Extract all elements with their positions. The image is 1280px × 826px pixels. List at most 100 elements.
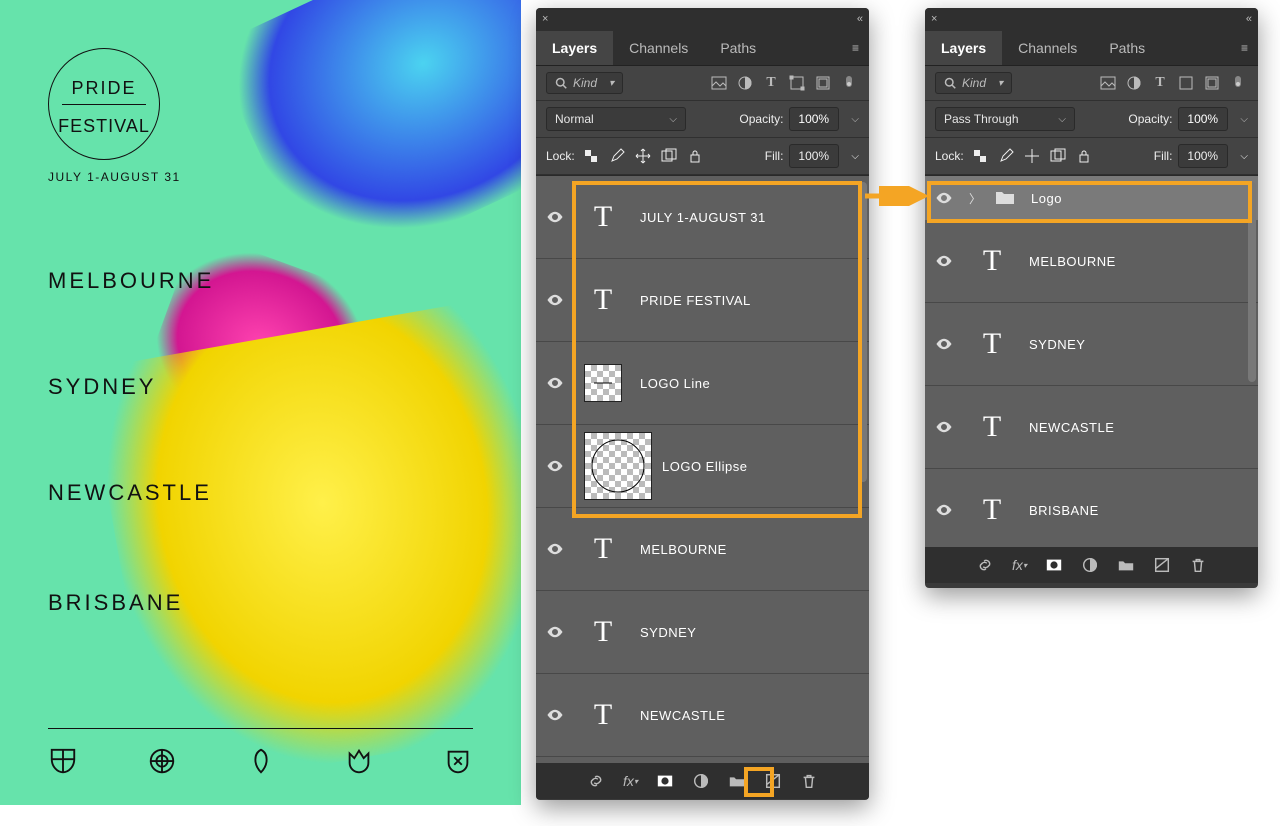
visibility-toggle[interactable]: [925, 189, 963, 207]
panel-menu-icon[interactable]: ≡: [852, 41, 859, 55]
lock-move-icon[interactable]: [1022, 146, 1042, 166]
kind-filter[interactable]: Kind▾: [546, 72, 623, 94]
visibility-toggle[interactable]: [536, 540, 574, 558]
visibility-toggle[interactable]: [536, 291, 574, 309]
lock-brush-icon[interactable]: [996, 146, 1016, 166]
layer-list[interactable]: 〉 Logo T MELBOURNE T SYDNEY T NEWCASTLE: [925, 175, 1258, 547]
opacity-input[interactable]: 100%: [1178, 107, 1228, 131]
lock-transparent-icon[interactable]: [970, 146, 990, 166]
filter-adjust-icon[interactable]: [735, 73, 755, 93]
layer-name[interactable]: NEWCASTLE: [1029, 420, 1114, 435]
mask-icon[interactable]: [656, 772, 674, 790]
fx-icon[interactable]: fx▾: [623, 773, 638, 789]
trash-icon[interactable]: [1189, 556, 1207, 574]
filter-adjust-icon[interactable]: [1124, 73, 1144, 93]
filter-image-icon[interactable]: [709, 73, 729, 93]
tab-paths[interactable]: Paths: [704, 31, 772, 65]
visibility-toggle[interactable]: [925, 501, 963, 519]
filter-smart-icon[interactable]: [813, 73, 833, 93]
filter-text-icon[interactable]: T: [1150, 73, 1170, 93]
blend-mode-select[interactable]: Normal⌵: [546, 107, 686, 131]
fill-dropdown-icon[interactable]: ⌵: [845, 151, 859, 162]
layer-name[interactable]: NEWCASTLE: [640, 708, 725, 723]
mask-icon[interactable]: [1045, 556, 1063, 574]
layer-name[interactable]: JULY 1-AUGUST 31: [640, 210, 766, 225]
lock-all-icon[interactable]: [685, 146, 705, 166]
collapse-icon[interactable]: «: [1246, 13, 1252, 25]
layer-row[interactable]: T MELBOURNE: [536, 508, 869, 591]
layer-row[interactable]: LOGO Ellipse: [536, 425, 869, 508]
fx-icon[interactable]: fx▾: [1012, 557, 1027, 573]
fill-input[interactable]: 100%: [789, 144, 839, 168]
scrollbar[interactable]: [859, 182, 867, 482]
layer-name[interactable]: BRISBANE: [1029, 503, 1099, 518]
layer-row[interactable]: T BRISBANE: [925, 469, 1258, 547]
panel-menu-icon[interactable]: ≡: [1241, 41, 1248, 55]
tab-channels[interactable]: Channels: [1002, 31, 1093, 65]
layer-row[interactable]: T PRIDE FESTIVAL: [536, 259, 869, 342]
lock-nest-icon[interactable]: [1048, 146, 1068, 166]
layer-row-folder[interactable]: 〉 Logo: [925, 176, 1258, 220]
layer-name[interactable]: Logo: [1031, 191, 1062, 206]
filter-shape-icon[interactable]: [1176, 73, 1196, 93]
layer-list[interactable]: T JULY 1-AUGUST 31 T PRIDE FESTIVAL LOGO…: [536, 175, 869, 763]
tab-channels[interactable]: Channels: [613, 31, 704, 65]
new-group-icon[interactable]: [728, 772, 746, 790]
link-icon[interactable]: [976, 556, 994, 574]
chevron-right-icon[interactable]: 〉: [969, 190, 981, 207]
link-icon[interactable]: [587, 772, 605, 790]
layer-row[interactable]: T NEWCASTLE: [536, 674, 869, 757]
scrollbar[interactable]: [1248, 182, 1256, 382]
lock-brush-icon[interactable]: [607, 146, 627, 166]
layer-name[interactable]: SYDNEY: [1029, 337, 1085, 352]
layer-name[interactable]: LOGO Ellipse: [662, 459, 747, 474]
layer-row[interactable]: T NEWCASTLE: [925, 386, 1258, 469]
layer-name[interactable]: MELBOURNE: [1029, 254, 1116, 269]
fill-input[interactable]: 100%: [1178, 144, 1228, 168]
visibility-toggle[interactable]: [536, 457, 574, 475]
visibility-toggle[interactable]: [536, 623, 574, 641]
visibility-toggle[interactable]: [536, 706, 574, 724]
opacity-dropdown-icon[interactable]: ⌵: [1234, 114, 1248, 125]
filter-text-icon[interactable]: T: [761, 73, 781, 93]
kind-filter[interactable]: Kind▾: [935, 72, 1012, 94]
collapse-icon[interactable]: «: [857, 13, 863, 25]
tab-layers[interactable]: Layers: [536, 31, 613, 65]
filter-toggle-icon[interactable]: [839, 73, 859, 93]
opacity-input[interactable]: 100%: [789, 107, 839, 131]
layer-row[interactable]: T SYDNEY: [536, 591, 869, 674]
close-icon[interactable]: ×: [931, 13, 937, 25]
filter-shape-icon[interactable]: [787, 73, 807, 93]
adj-layer-icon[interactable]: [1081, 556, 1099, 574]
close-icon[interactable]: ×: [542, 13, 548, 25]
new-layer-icon[interactable]: [764, 772, 782, 790]
opacity-dropdown-icon[interactable]: ⌵: [845, 114, 859, 125]
lock-move-icon[interactable]: [633, 146, 653, 166]
tab-paths[interactable]: Paths: [1093, 31, 1161, 65]
layer-row[interactable]: T JULY 1-AUGUST 31: [536, 176, 869, 259]
fill-dropdown-icon[interactable]: ⌵: [1234, 151, 1248, 162]
filter-toggle-icon[interactable]: [1228, 73, 1248, 93]
visibility-toggle[interactable]: [925, 252, 963, 270]
lock-transparent-icon[interactable]: [581, 146, 601, 166]
visibility-toggle[interactable]: [925, 335, 963, 353]
layer-row[interactable]: T SYDNEY: [925, 303, 1258, 386]
layer-name[interactable]: PRIDE FESTIVAL: [640, 293, 751, 308]
visibility-toggle[interactable]: [925, 418, 963, 436]
layer-name[interactable]: LOGO Line: [640, 376, 710, 391]
tab-layers[interactable]: Layers: [925, 31, 1002, 65]
lock-nest-icon[interactable]: [659, 146, 679, 166]
new-group-icon[interactable]: [1117, 556, 1135, 574]
new-layer-icon[interactable]: [1153, 556, 1171, 574]
layer-row[interactable]: LOGO Line: [536, 342, 869, 425]
blend-mode-select[interactable]: Pass Through⌵: [935, 107, 1075, 131]
visibility-toggle[interactable]: [536, 208, 574, 226]
visibility-toggle[interactable]: [536, 374, 574, 392]
filter-image-icon[interactable]: [1098, 73, 1118, 93]
filter-smart-icon[interactable]: [1202, 73, 1222, 93]
layer-name[interactable]: SYDNEY: [640, 625, 696, 640]
layer-row[interactable]: T MELBOURNE: [925, 220, 1258, 303]
layer-name[interactable]: MELBOURNE: [640, 542, 727, 557]
trash-icon[interactable]: [800, 772, 818, 790]
lock-all-icon[interactable]: [1074, 146, 1094, 166]
